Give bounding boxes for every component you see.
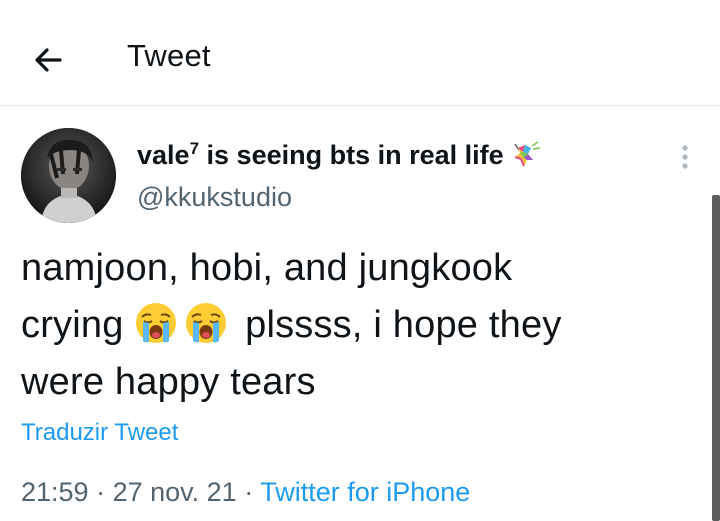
tweet-time[interactable]: 21:59: [21, 477, 89, 507]
pinata-icon: [508, 136, 544, 172]
display-name-text: vale: [137, 140, 190, 170]
tweet-text: namjoon, hobi, and jungkook crying plsss…: [21, 240, 701, 411]
top-bar: Tweet: [0, 0, 720, 106]
tweet-source-link[interactable]: Twitter for iPhone: [260, 477, 470, 507]
tweet-line-1: namjoon, hobi, and jungkook: [21, 247, 513, 289]
author-handle[interactable]: @kkukstudio: [137, 182, 292, 213]
author-display-name[interactable]: vale7 is seeing bts in real life: [137, 136, 544, 172]
avatar[interactable]: [21, 128, 116, 223]
tweet-metadata: 21:59 · 27 nov. 21 · Twitter for iPhone: [21, 477, 470, 508]
tweet-date[interactable]: 27 nov. 21: [113, 477, 237, 507]
loudly-crying-face-icon: [184, 301, 228, 345]
meta-separator: ·: [236, 477, 261, 507]
scrollbar[interactable]: [712, 195, 720, 521]
back-button[interactable]: [30, 40, 70, 80]
meta-separator: ·: [88, 477, 113, 507]
display-name-suffix: is seeing bts in real life: [199, 140, 504, 170]
avatar-image: [21, 128, 116, 223]
tweet-line-2-start: crying: [21, 304, 124, 346]
display-name-superscript: 7: [189, 139, 200, 158]
tweet-line-2: crying plssss, i hope they: [21, 297, 701, 354]
more-options-button[interactable]: [668, 140, 702, 174]
more-vertical-icon: [682, 145, 688, 169]
arrow-left-icon: [35, 48, 62, 72]
page-title: Tweet: [127, 38, 211, 73]
tweet-line-2-end: plssss, i hope they: [245, 304, 562, 346]
loudly-crying-face-icon: [134, 301, 178, 345]
translate-tweet-link[interactable]: Traduzir Tweet: [21, 419, 178, 447]
tweet-line-3: were happy tears: [21, 361, 316, 403]
